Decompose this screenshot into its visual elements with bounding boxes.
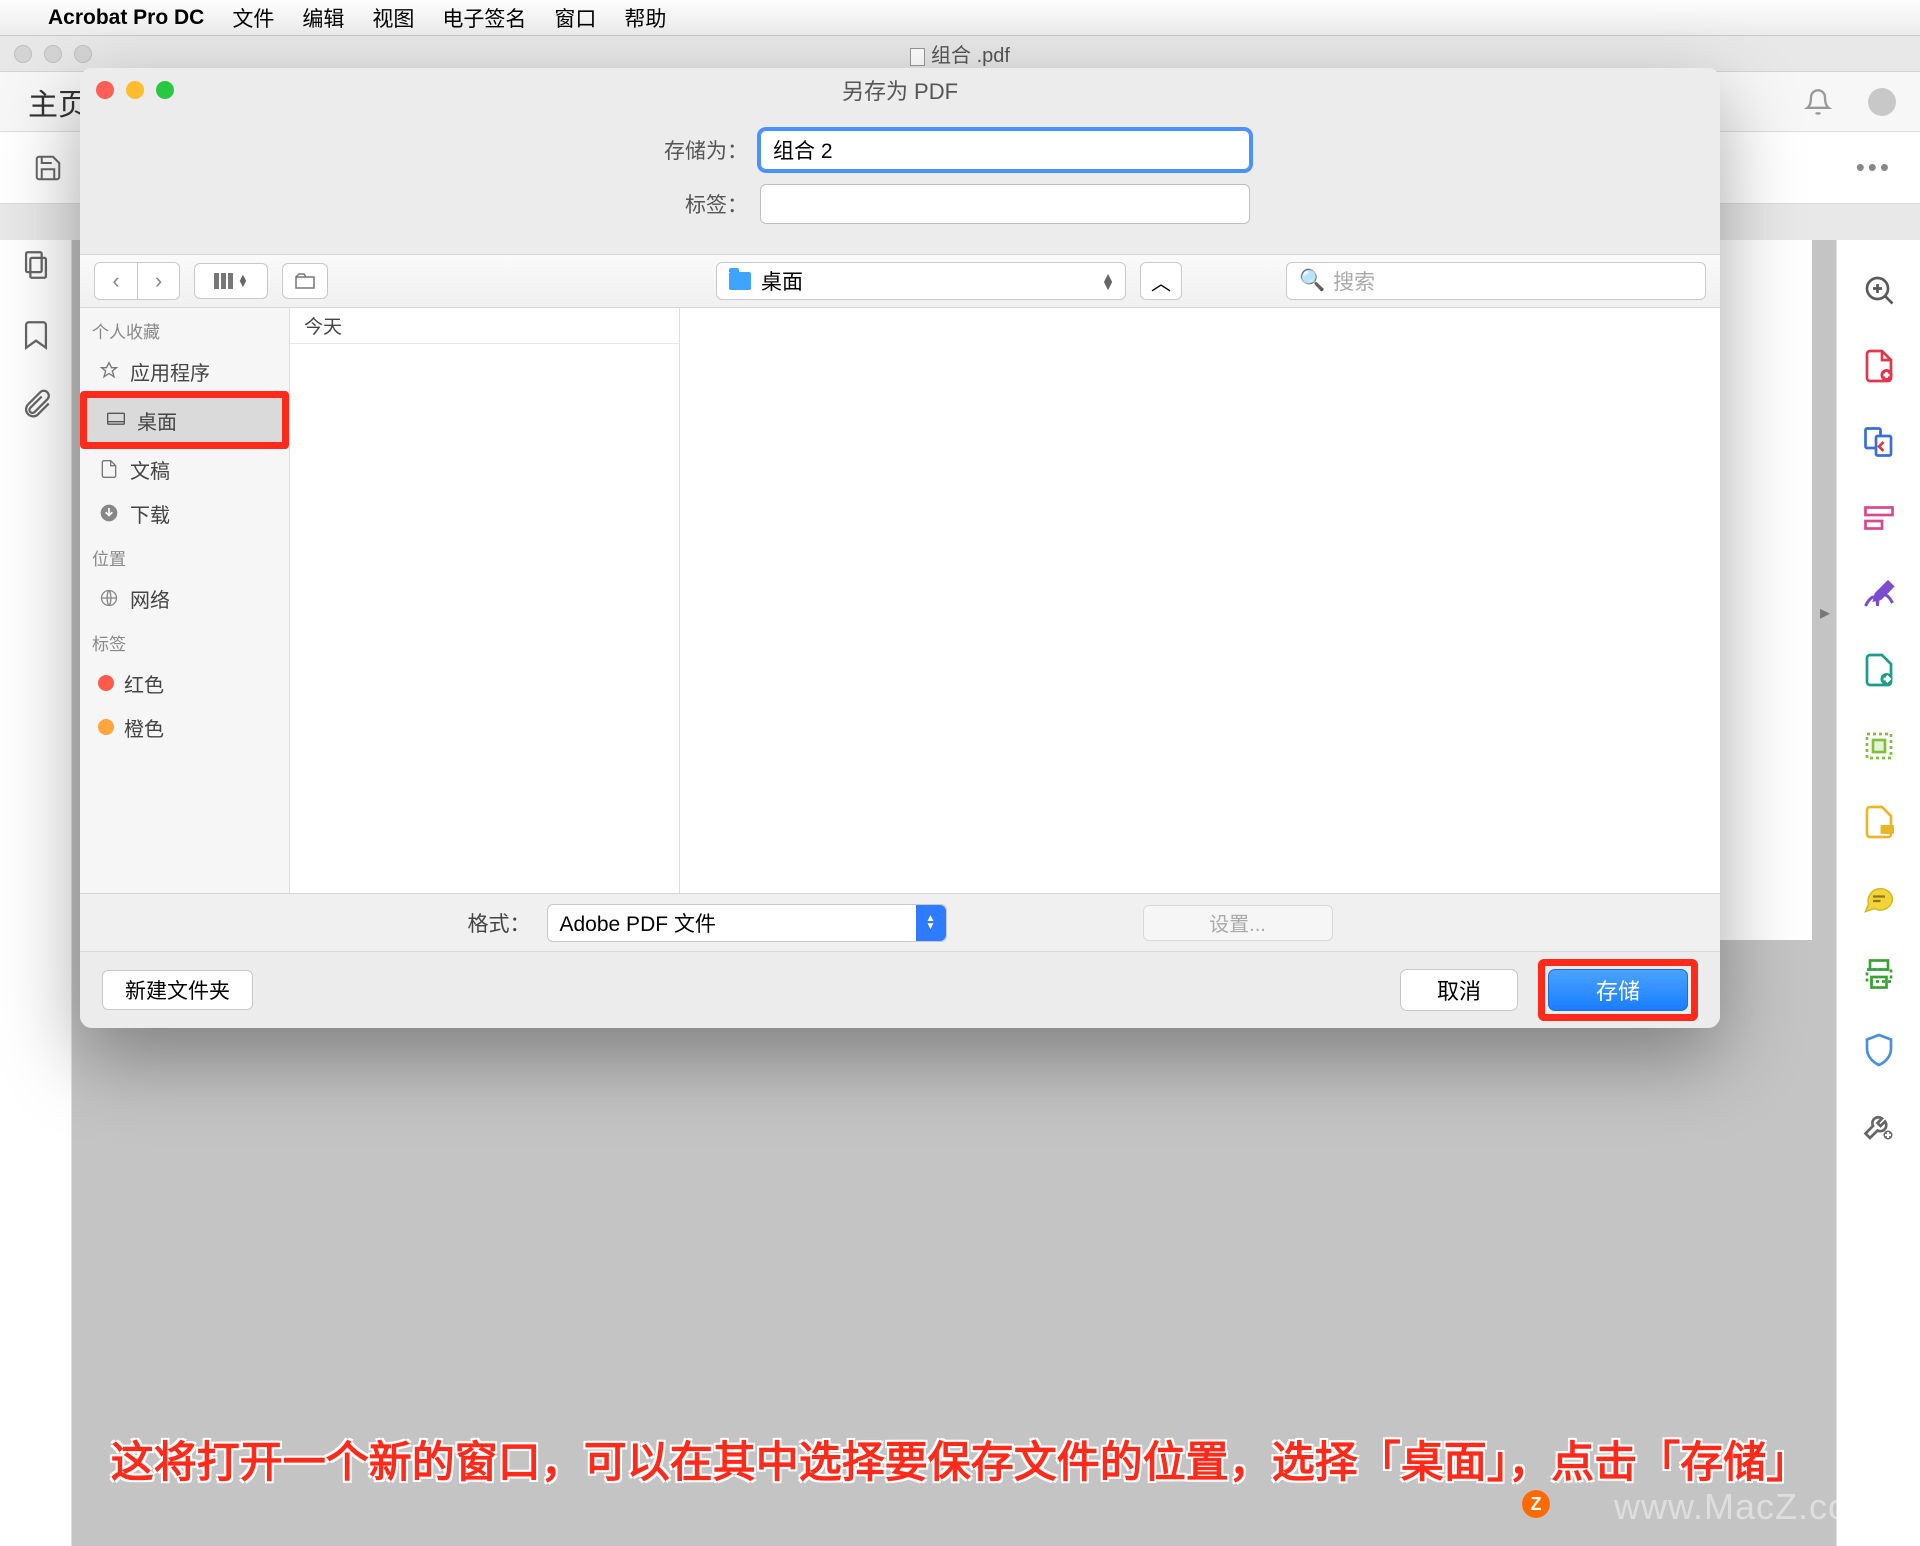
dialog-title: 另存为 PDF [80,74,1720,106]
sidebar-item-applications[interactable]: 应用程序 [80,349,289,393]
sidebar-item-documents[interactable]: 文稿 [80,447,289,491]
folder-icon [729,272,751,290]
red-tag-icon [98,675,114,691]
location-value: 桌面 [761,266,803,296]
format-label: 格式： [468,908,531,938]
right-tool-strip [1836,240,1920,1546]
watermark-text: www.MacZ.com [1614,1486,1880,1528]
search-input[interactable]: 🔍 搜索 [1286,262,1706,300]
orange-tag-icon [98,719,114,735]
app-name[interactable]: Acrobat Pro DC [48,6,204,30]
attachment-icon[interactable] [19,388,53,422]
chevron-down-icon: ▲▼ [238,275,249,287]
tools-icon[interactable] [1861,1108,1897,1144]
macos-menubar: Acrobat Pro DC 文件 编辑 视图 电子签名 窗口 帮助 [0,0,1920,36]
tags-input[interactable] [760,184,1250,224]
new-folder-button[interactable]: 新建文件夹 [102,970,253,1010]
home-tab[interactable]: 主页 [0,80,88,124]
save-icon[interactable] [28,148,68,188]
dialog-toolbar: ‹ › ▲▼ 桌面 ▲▼ ︿ 🔍 搜索 [80,254,1720,308]
preview-column [680,308,1720,893]
sidebar-tag-red[interactable]: 红色 [80,661,289,705]
location-popup[interactable]: 桌面 ▲▼ [716,262,1126,300]
applications-icon [98,360,120,382]
dialog-footer: 新建文件夹 取消 存储 [80,952,1720,1028]
left-tool-strip [0,240,72,1546]
menu-window[interactable]: 窗口 [554,3,596,33]
close-window-icon[interactable] [14,45,32,63]
chevron-updown-icon: ▲▼ [916,905,946,941]
tags-label: 标签： [80,189,760,219]
dialog-body: 个人收藏 应用程序 桌面 文稿 下载 位置 网络 [80,308,1720,894]
export-pdf-icon[interactable] [1861,652,1897,688]
organize-pages-icon[interactable] [1861,728,1897,764]
dialog-form: 存储为： 标签： [80,112,1720,254]
finder-sidebar: 个人收藏 应用程序 桌面 文稿 下载 位置 网络 [80,308,290,893]
sidebar-tag-orange[interactable]: 橙色 [80,705,289,749]
save-button[interactable]: 存储 [1548,969,1688,1011]
more-icon[interactable]: ••• [1856,152,1892,183]
dialog-titlebar: 另存为 PDF [80,68,1720,112]
network-icon [98,587,120,609]
sidebar-item-downloads[interactable]: 下载 [80,491,289,535]
menu-esign[interactable]: 电子签名 [442,3,526,33]
sidebar-tags-header: 标签 [80,620,289,661]
acrobat-titlebar: 组合 .pdf [0,36,1920,72]
sidebar-favorites-header: 个人收藏 [80,308,289,349]
print-icon[interactable] [1861,956,1897,992]
nav-back-icon[interactable]: ‹ [95,263,137,299]
collapse-panel-icon[interactable]: ▸ [1820,600,1830,625]
search-placeholder: 搜索 [1333,266,1375,296]
minimize-window-icon[interactable] [44,45,62,63]
notifications-icon[interactable] [1804,88,1832,116]
menu-view[interactable]: 视图 [372,3,414,33]
account-icon[interactable] [1868,88,1896,116]
bookmark-icon[interactable] [19,318,53,352]
protect-icon[interactable] [1861,1032,1897,1068]
zoom-window-icon[interactable] [74,45,92,63]
save-highlight: 存储 [1538,959,1698,1021]
create-pdf-icon[interactable] [1861,348,1897,384]
desktop-icon [105,409,127,431]
filename-input[interactable] [760,130,1250,170]
menu-help[interactable]: 帮助 [624,3,666,33]
downloads-icon [98,502,120,524]
up-arrow-icon[interactable]: ︿ [1140,262,1182,300]
combine-files-icon[interactable] [1861,424,1897,460]
document-icon [910,48,925,66]
document-title: 组合 .pdf [0,39,1920,68]
window-controls [0,45,92,63]
nav-forward-icon[interactable]: › [137,263,179,299]
sidebar-locations-header: 位置 [80,535,289,576]
menu-edit[interactable]: 编辑 [302,3,344,33]
watermark-badge: Z [1522,1490,1550,1518]
chat-icon[interactable] [1861,880,1897,916]
sidebar-item-network[interactable]: 网络 [80,576,289,620]
desktop-highlight: 桌面 [80,391,289,449]
save-as-dialog: 另存为 PDF 存储为： 标签： ‹ › ▲▼ 桌面 ▲▼ [80,68,1720,1028]
format-select[interactable]: Adobe PDF 文件 ▲▼ [547,904,947,942]
menu-file[interactable]: 文件 [232,3,274,33]
chevron-updown-icon: ▲▼ [1101,273,1115,289]
search-icon: 🔍 [1299,269,1325,293]
format-value: Adobe PDF 文件 [560,908,716,938]
instruction-overlay: 这将打开一个新的窗口，可以在其中选择要保存文件的位置，选择「桌面」，点击「存储」 [0,1428,1920,1490]
sign-icon[interactable] [1861,576,1897,612]
group-button[interactable] [282,263,328,299]
save-as-label: 存储为： [80,135,760,165]
sidebar-item-desktop[interactable]: 桌面 [87,398,282,442]
zoom-icon[interactable] [1861,272,1897,308]
edit-pdf-icon[interactable] [1861,500,1897,536]
view-mode-button[interactable]: ▲▼ [194,263,268,299]
pages-icon[interactable] [19,248,53,282]
format-bar: 格式： Adobe PDF 文件 ▲▼ 设置... [80,894,1720,952]
documents-icon [98,458,120,480]
comment-tool-icon[interactable] [1861,804,1897,840]
file-column[interactable]: 今天 [290,308,680,893]
settings-button: 设置... [1143,905,1333,941]
cancel-button[interactable]: 取消 [1400,969,1518,1011]
column-header: 今天 [290,308,679,344]
